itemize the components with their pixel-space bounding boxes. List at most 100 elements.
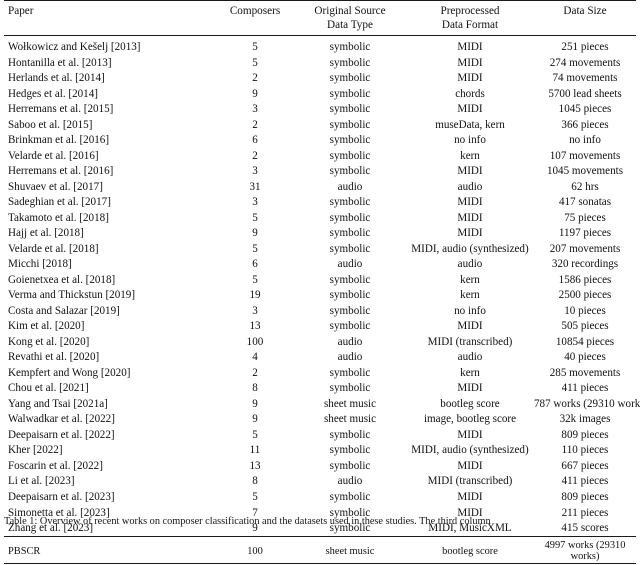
- table-body: Wołkowicz and Kešelj [2013]5symbolicMIDI…: [4, 37, 636, 537]
- cell-composers: 2: [216, 365, 294, 381]
- cell-paper: Yang and Tsai [2021a]: [4, 396, 216, 412]
- cell-source: symbolic: [294, 195, 406, 211]
- column-header-original-source-line2: Data Type: [294, 18, 406, 32]
- cell-source: audio: [294, 334, 406, 350]
- cell-source: symbolic: [294, 427, 406, 443]
- cell-paper: Deepaisarn et al. [2023]: [4, 489, 216, 505]
- cell-preprocessed: MIDI (transcribed): [406, 334, 534, 350]
- cell-source: symbolic: [294, 148, 406, 164]
- cell-preprocessed: no info: [406, 133, 534, 149]
- table-row: Micchi [2018]6audioaudio320 recordings: [4, 257, 636, 273]
- column-header-composers: Composers: [216, 1, 294, 36]
- cell-source: audio: [294, 350, 406, 366]
- cell-size: 274 movements: [534, 55, 636, 71]
- cell-preprocessed: chords: [406, 86, 534, 102]
- table-footer: PBSCR 100 sheet music bootleg score 4997…: [4, 537, 636, 565]
- summary-cell-paper: PBSCR: [4, 538, 216, 564]
- column-header-composers-line1: Composers: [230, 5, 280, 17]
- cell-size: 40 pieces: [534, 350, 636, 366]
- column-header-paper: Paper: [4, 1, 216, 36]
- cell-size: 285 movements: [534, 365, 636, 381]
- cell-paper: Kher [2022]: [4, 443, 216, 459]
- cell-preprocessed: MIDI: [406, 195, 534, 211]
- table-row: Shuvaev et al. [2017]31audioaudio62 hrs: [4, 179, 636, 195]
- cell-size: 667 pieces: [534, 458, 636, 474]
- cell-preprocessed: MIDI: [406, 164, 534, 180]
- column-header-data-size: Data Size: [534, 1, 636, 36]
- cell-composers: 5: [216, 427, 294, 443]
- cell-size: 411 pieces: [534, 474, 636, 490]
- cell-size: 5700 lead sheets: [534, 86, 636, 102]
- cell-paper: Herremans et al. [2015]: [4, 102, 216, 118]
- cell-size: 251 pieces: [534, 37, 636, 55]
- cell-composers: 19: [216, 288, 294, 304]
- cell-paper: Saboo et al. [2015]: [4, 117, 216, 133]
- cell-composers: 2: [216, 117, 294, 133]
- cell-source: symbolic: [294, 86, 406, 102]
- cell-source: audio: [294, 179, 406, 195]
- cell-size: no info: [534, 133, 636, 149]
- table-row: Li et al. [2023]8audioMIDI (transcribed)…: [4, 474, 636, 490]
- cell-source: symbolic: [294, 365, 406, 381]
- table-row: Costa and Salazar [2019]3symbolicno info…: [4, 303, 636, 319]
- cell-paper: Kempfert and Wong [2020]: [4, 365, 216, 381]
- table-row: Hajj et al. [2018]9symbolicMIDI1197 piec…: [4, 226, 636, 242]
- cell-source: symbolic: [294, 303, 406, 319]
- cell-size: 417 sonatas: [534, 195, 636, 211]
- table-row: Foscarin et al. [2022]13symbolicMIDI667 …: [4, 458, 636, 474]
- cell-preprocessed: MIDI: [406, 102, 534, 118]
- cell-preprocessed: MIDI, audio (synthesized): [406, 241, 534, 257]
- cell-paper: Kong et al. [2020]: [4, 334, 216, 350]
- cell-paper: Goienetxea et al. [2018]: [4, 272, 216, 288]
- cell-source: symbolic: [294, 443, 406, 459]
- cell-size: 2500 pieces: [534, 288, 636, 304]
- cell-source: symbolic: [294, 319, 406, 335]
- cell-paper: Wołkowicz and Kešelj [2013]: [4, 37, 216, 55]
- cell-composers: 5: [216, 37, 294, 55]
- cell-source: symbolic: [294, 117, 406, 133]
- cell-paper: Herremans et al. [2016]: [4, 164, 216, 180]
- cell-paper: Chou et al. [2021]: [4, 381, 216, 397]
- cell-size: 10 pieces: [534, 303, 636, 319]
- cell-paper: Brinkman et al. [2016]: [4, 133, 216, 149]
- cell-preprocessed: MIDI: [406, 37, 534, 55]
- cell-preprocessed: audio: [406, 179, 534, 195]
- cell-paper: Li et al. [2023]: [4, 474, 216, 490]
- cell-composers: 6: [216, 133, 294, 149]
- cell-paper: Velarde et al. [2016]: [4, 148, 216, 164]
- table-row: Herremans et al. [2016]3symbolicMIDI1045…: [4, 164, 636, 180]
- table-row: Wołkowicz and Kešelj [2013]5symbolicMIDI…: [4, 37, 636, 55]
- cell-source: symbolic: [294, 288, 406, 304]
- column-header-original-source: Original Source Data Type: [294, 1, 406, 36]
- cell-size: 74 movements: [534, 71, 636, 87]
- summary-cell-preprocessed: bootleg score: [406, 538, 534, 564]
- cell-preprocessed: MIDI: [406, 210, 534, 226]
- cell-paper: Shuvaev et al. [2017]: [4, 179, 216, 195]
- table-header: Paper Composers Original Source Data Typ…: [4, 1, 636, 37]
- cell-preprocessed: kern: [406, 148, 534, 164]
- cell-composers: 2: [216, 148, 294, 164]
- cell-size: 1197 pieces: [534, 226, 636, 242]
- cell-composers: 9: [216, 86, 294, 102]
- cell-source: symbolic: [294, 241, 406, 257]
- column-header-data-size-line1: Data Size: [563, 5, 606, 17]
- cell-preprocessed: image, bootleg score: [406, 412, 534, 428]
- cell-source: symbolic: [294, 37, 406, 55]
- cell-preprocessed: audio: [406, 257, 534, 273]
- cell-size: 1586 pieces: [534, 272, 636, 288]
- cell-preprocessed: MIDI, audio (synthesized): [406, 443, 534, 459]
- table-row: Walwadkar et al. [2022]9sheet musicimage…: [4, 412, 636, 428]
- cell-source: symbolic: [294, 133, 406, 149]
- cell-size: 62 hrs: [534, 179, 636, 195]
- cell-composers: 9: [216, 412, 294, 428]
- cell-paper: Herlands et al. [2014]: [4, 71, 216, 87]
- cell-composers: 8: [216, 381, 294, 397]
- table-row: Deepaisarn et al. [2022]5symbolicMIDI809…: [4, 427, 636, 443]
- cell-preprocessed: kern: [406, 272, 534, 288]
- cell-size: 207 movements: [534, 241, 636, 257]
- cell-paper: Hajj et al. [2018]: [4, 226, 216, 242]
- cell-preprocessed: MIDI: [406, 427, 534, 443]
- table-row: Kong et al. [2020]100audioMIDI (transcri…: [4, 334, 636, 350]
- table-row: Deepaisarn et al. [2023]5symbolicMIDI809…: [4, 489, 636, 505]
- cell-composers: 5: [216, 241, 294, 257]
